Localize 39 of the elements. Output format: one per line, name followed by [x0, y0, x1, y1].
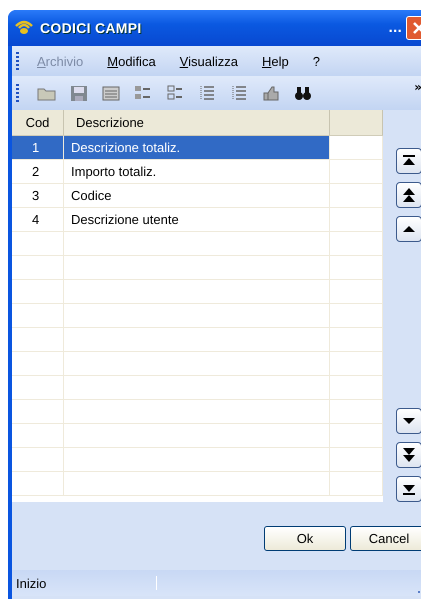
column-header[interactable]: Cod — [12, 110, 64, 135]
thumbs-up-icon[interactable] — [261, 84, 281, 102]
table-cell[interactable]: Descrizione totaliz. — [64, 136, 330, 159]
up-button[interactable] — [396, 216, 421, 242]
table-cell[interactable]: Importo totaliz. — [64, 160, 330, 183]
double-up-arrow-icon — [402, 188, 416, 202]
menu-item[interactable]: Visualizza — [174, 54, 250, 68]
table-cell[interactable]: Codice — [64, 184, 330, 207]
toolbar-overflow-button[interactable]: » — [414, 80, 421, 94]
column-header[interactable]: Descrizione — [64, 110, 330, 135]
table-cell[interactable]: 2 — [12, 160, 64, 183]
table-cell[interactable]: Descrizione utente — [64, 208, 330, 231]
ok-button[interactable]: Ok — [264, 526, 346, 550]
window-title: CODICI CAMPI — [40, 20, 143, 36]
table-cell[interactable]: 4 — [12, 208, 64, 231]
menu-item[interactable]: Modifica — [101, 54, 168, 68]
cancel-button[interactable]: Cancel — [350, 526, 421, 550]
table-cell[interactable]: 1 — [12, 136, 64, 159]
grip-handle[interactable] — [16, 52, 19, 70]
status-text: Inizio — [15, 576, 48, 590]
checklist-icon[interactable] — [133, 84, 153, 102]
table-cell[interactable]: 3 — [12, 184, 64, 207]
up-arrow-icon — [402, 225, 416, 233]
arrow-to-bottom-icon — [402, 483, 416, 495]
menu-item[interactable]: Help — [256, 54, 301, 68]
last-button[interactable] — [396, 476, 421, 502]
title-overflow: ... — [388, 21, 402, 35]
page-down-button[interactable] — [396, 442, 421, 468]
grip-handle[interactable] — [16, 84, 19, 102]
page-up-button[interactable] — [396, 182, 421, 208]
binoculars-icon[interactable] — [293, 84, 313, 102]
form-icon[interactable] — [101, 84, 121, 102]
arrow-to-top-icon — [402, 155, 416, 167]
double-down-arrow-icon — [402, 448, 416, 462]
list-icon[interactable] — [165, 84, 185, 102]
menu-item[interactable]: ? — [306, 54, 332, 68]
first-button[interactable] — [396, 148, 421, 174]
down-arrow-icon — [402, 417, 416, 425]
down-button[interactable] — [396, 408, 421, 434]
